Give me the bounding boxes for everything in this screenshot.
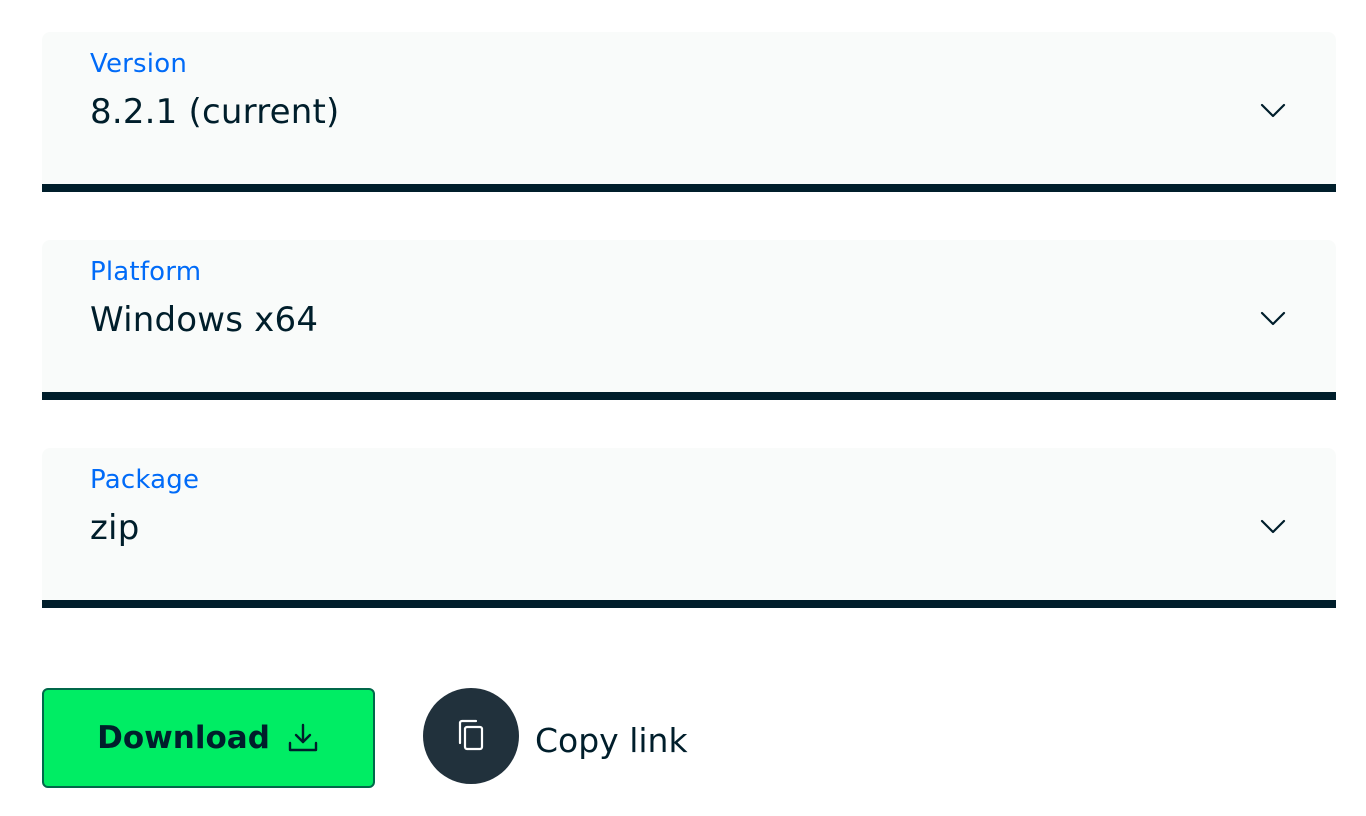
platform-label: Platform <box>90 257 202 287</box>
chevron-down-icon[interactable] <box>1258 304 1288 334</box>
copy-icon <box>458 719 484 751</box>
download-form: Version 8.2.1 (current) Platform Windows… <box>0 0 1366 816</box>
version-value: 8.2.1 (current) <box>90 92 340 132</box>
chevron-down-icon[interactable] <box>1258 96 1288 126</box>
package-select[interactable]: Package zip <box>42 448 1336 608</box>
copy-link-button[interactable]: Copy link <box>423 688 688 784</box>
copy-link-circle[interactable] <box>423 688 519 784</box>
version-select[interactable]: Version 8.2.1 (current) <box>42 32 1336 192</box>
version-label: Version <box>90 49 188 79</box>
download-button[interactable]: Download <box>42 688 375 788</box>
chevron-down-icon[interactable] <box>1258 512 1288 542</box>
download-icon <box>288 723 318 752</box>
package-label: Package <box>90 465 200 495</box>
download-button-label: Download <box>97 720 270 756</box>
platform-value: Windows x64 <box>90 300 319 340</box>
platform-select[interactable]: Platform Windows x64 <box>42 240 1336 400</box>
package-value: zip <box>90 508 140 548</box>
copy-link-label: Copy link <box>535 720 688 760</box>
